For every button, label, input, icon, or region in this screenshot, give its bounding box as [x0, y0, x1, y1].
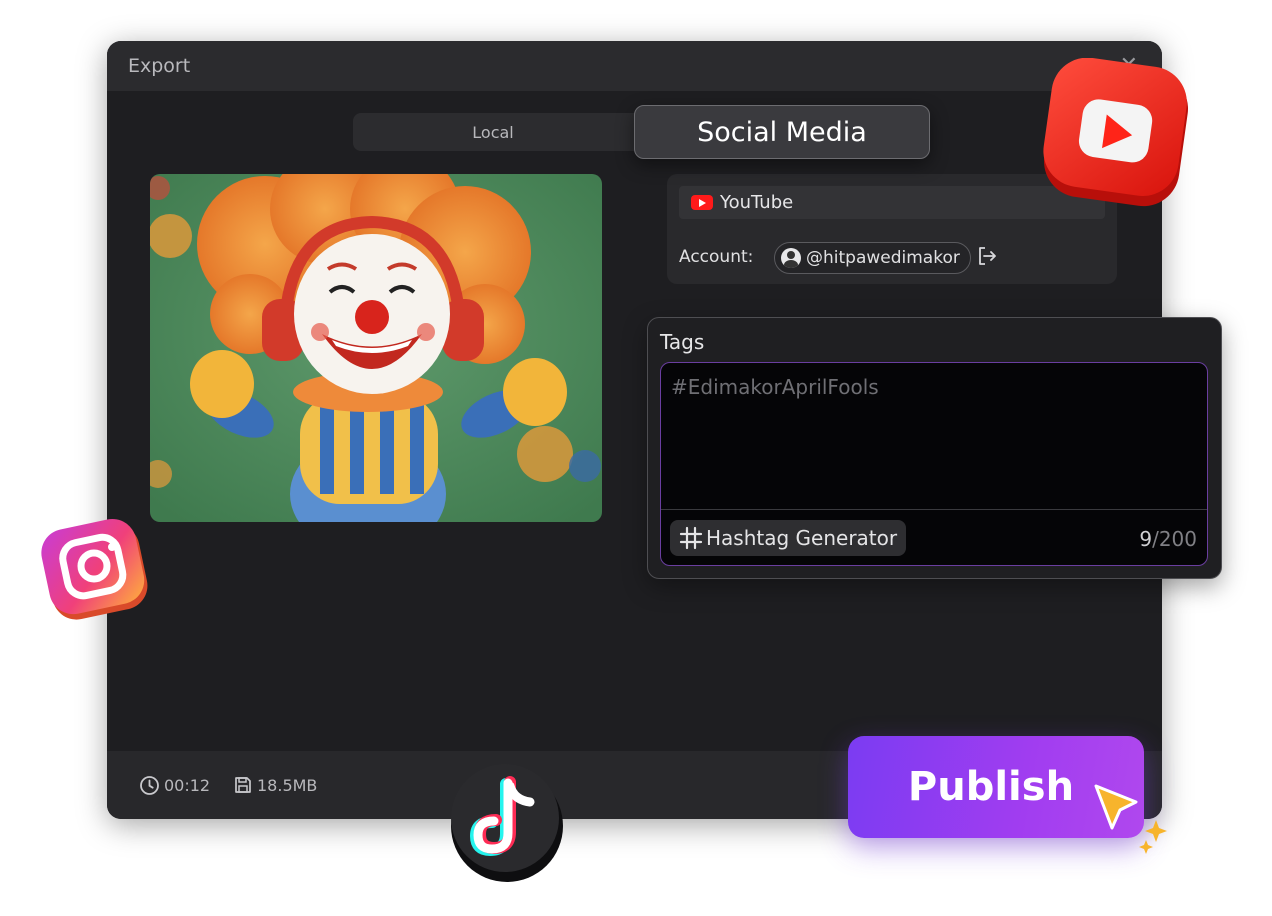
duration-text: 00:12 [164, 776, 211, 795]
tags-divider [661, 509, 1207, 510]
logout-icon[interactable] [976, 245, 998, 267]
clown-thumbnail [150, 174, 602, 522]
platform-name: YouTube [720, 192, 794, 213]
tab-local[interactable]: Local [353, 113, 653, 151]
filesize-info: 18.5MB [233, 775, 317, 795]
save-icon [235, 777, 251, 793]
avatar-icon [781, 248, 801, 268]
filesize-text: 18.5MB [257, 775, 318, 795]
titlebar: Export ✕ [107, 41, 1162, 91]
instagram-logo-3d [41, 518, 148, 620]
account-handle: @hitpawedimakor [806, 248, 960, 268]
account-chip[interactable]: @hitpawedimakor [774, 242, 971, 274]
tiktok-logo-3d [451, 764, 563, 882]
char-counter: 9/200 [1139, 527, 1197, 551]
hashtag-generator-label: Hashtag Generator [706, 526, 898, 550]
clock-icon [140, 776, 159, 795]
account-label: Account: [679, 247, 754, 267]
char-count: 9 [1139, 527, 1153, 551]
hashtag-generator-button[interactable]: Hashtag Generator [670, 520, 907, 556]
duration-info: 00:12 [139, 775, 210, 796]
tab-social-media[interactable]: Social Media [634, 105, 930, 159]
youtube-icon [691, 195, 713, 210]
video-preview [150, 174, 602, 522]
publish-label: Publish [907, 764, 1075, 810]
youtube-logo-3d [1043, 58, 1189, 207]
tags-card: Tags #EdimakorAprilFools Hashtag Generat… [647, 317, 1222, 579]
dialog-title: Export [128, 55, 191, 77]
cursor-arrow-icon [1094, 784, 1167, 854]
tab-social-media-label: Social Media [697, 116, 867, 148]
tab-local-label: Local [472, 122, 514, 142]
char-max: /200 [1152, 527, 1197, 551]
hashtag-icon [679, 526, 703, 550]
tags-label: Tags [660, 330, 705, 354]
tags-input-text: #EdimakorAprilFools [671, 375, 879, 399]
tags-input[interactable]: #EdimakorAprilFools Hashtag Generator 9/… [660, 362, 1208, 566]
